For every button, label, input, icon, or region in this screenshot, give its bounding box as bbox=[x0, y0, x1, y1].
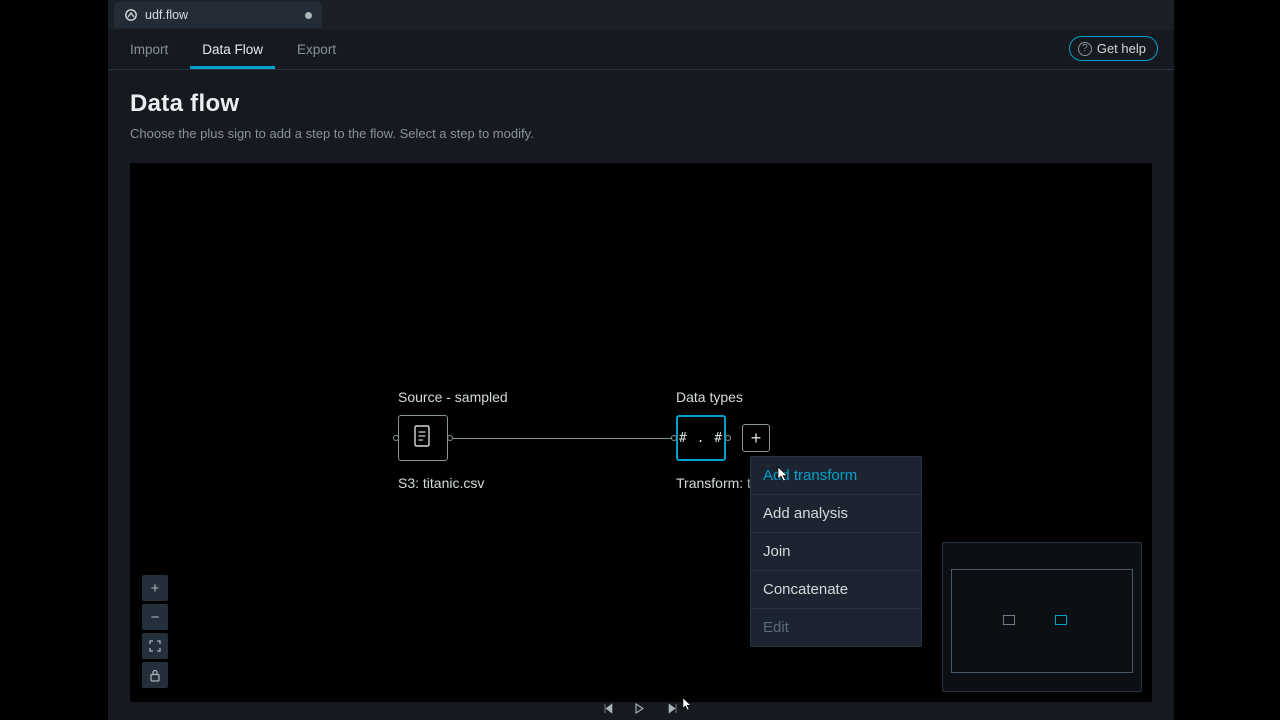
minimap-node-types bbox=[1055, 615, 1067, 625]
menu-add-transform[interactable]: Add transform bbox=[751, 457, 921, 495]
tab-import[interactable]: Import bbox=[130, 30, 168, 69]
playback-next-button[interactable] bbox=[667, 703, 679, 715]
menu-add-analysis[interactable]: Add analysis bbox=[751, 495, 921, 533]
playback-prev-button[interactable] bbox=[603, 703, 615, 715]
cursor-arrow-icon bbox=[682, 697, 692, 711]
minimap-node-source bbox=[1003, 615, 1015, 625]
tab-data-flow[interactable]: Data Flow bbox=[202, 30, 263, 69]
port-types-in[interactable] bbox=[671, 435, 677, 441]
port-source-in[interactable] bbox=[393, 435, 399, 441]
flow-canvas[interactable]: Source - sampled S3: titanic.csv Data ty… bbox=[130, 163, 1152, 702]
document-icon bbox=[412, 424, 434, 453]
page-title: Data flow bbox=[130, 90, 1152, 118]
minimap-viewport[interactable] bbox=[951, 569, 1133, 673]
node-types-subtitle: Transform: t bbox=[676, 475, 751, 491]
add-step-menu: Add transform Add analysis Join Concaten… bbox=[750, 456, 922, 647]
zoom-out-button[interactable]: − bbox=[142, 604, 168, 630]
node-types-title: Data types bbox=[676, 389, 743, 405]
node-source[interactable] bbox=[398, 415, 448, 461]
edge-source-to-types bbox=[453, 438, 672, 439]
file-tabstrip: udf.flow bbox=[108, 0, 1174, 30]
zoom-fit-button[interactable] bbox=[142, 633, 168, 659]
add-step-button[interactable]: + bbox=[742, 424, 770, 452]
node-types[interactable]: # . # bbox=[676, 415, 726, 461]
get-help-button[interactable]: ? Get help bbox=[1069, 36, 1158, 61]
node-source-subtitle: S3: titanic.csv bbox=[398, 475, 484, 491]
zoom-lock-button[interactable] bbox=[142, 662, 168, 688]
node-source-title: Source - sampled bbox=[398, 389, 508, 405]
menu-concatenate[interactable]: Concatenate bbox=[751, 571, 921, 609]
nav-bar: Import Data Flow Export ? Get help bbox=[108, 30, 1174, 70]
port-types-out[interactable] bbox=[725, 435, 731, 441]
menu-join[interactable]: Join bbox=[751, 533, 921, 571]
app-logo-icon bbox=[124, 8, 138, 22]
playback-bar bbox=[108, 700, 1174, 718]
unsaved-dot-icon bbox=[305, 12, 312, 19]
minimap[interactable] bbox=[942, 542, 1142, 692]
menu-edit[interactable]: Edit bbox=[751, 609, 921, 646]
hash-dot-hash-icon: # . # bbox=[679, 431, 723, 446]
page-header: Data flow Choose the plus sign to add a … bbox=[108, 70, 1174, 149]
tab-export[interactable]: Export bbox=[297, 30, 336, 69]
zoom-in-button[interactable]: + bbox=[142, 575, 168, 601]
file-tab[interactable]: udf.flow bbox=[114, 2, 322, 28]
get-help-label: Get help bbox=[1097, 41, 1146, 56]
file-tab-label: udf.flow bbox=[145, 8, 188, 22]
help-icon: ? bbox=[1078, 42, 1092, 56]
plus-icon: + bbox=[751, 428, 762, 449]
zoom-controls: + − bbox=[142, 575, 168, 688]
app-frame: udf.flow Import Data Flow Export ? Get h… bbox=[108, 0, 1174, 720]
playback-play-button[interactable] bbox=[635, 703, 647, 715]
page-subtitle: Choose the plus sign to add a step to th… bbox=[130, 126, 1152, 141]
